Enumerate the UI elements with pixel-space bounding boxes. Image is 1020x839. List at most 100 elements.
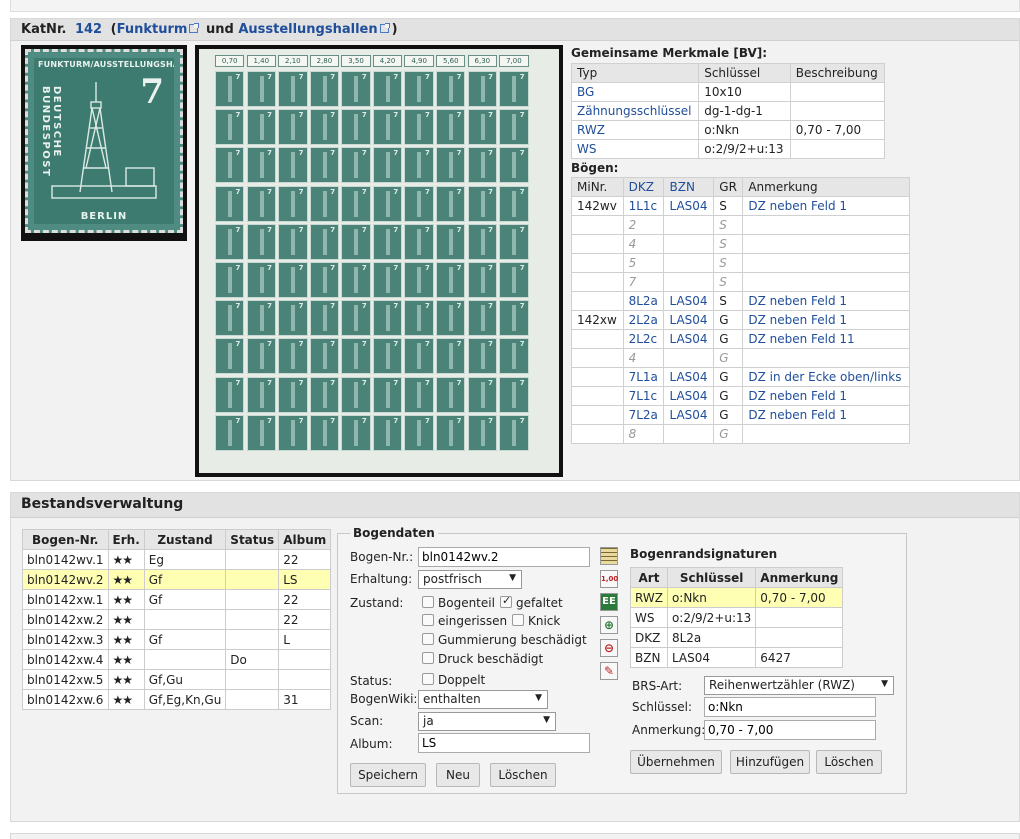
bogenteil-checkbox[interactable] xyxy=(422,596,434,608)
boegen-cell: 1L1c xyxy=(622,196,665,216)
brs-row[interactable]: DKZ 8L2a xyxy=(630,627,844,648)
boegen-cell xyxy=(663,215,715,235)
boegen-row[interactable]: 7L1a LAS04 G DZ in der Ecke oben/links xyxy=(571,367,910,387)
boegen-cell xyxy=(663,272,715,292)
merkmale-column-header: Typ xyxy=(570,63,700,83)
boegen-cell: 2 xyxy=(622,215,665,235)
bestand-row[interactable]: bln0142xw.5 ★★ Gf,Gu xyxy=(22,669,332,690)
sheet-stamp xyxy=(215,147,245,184)
bestand-row[interactable]: bln0142xw.1 ★★ Gf 22 xyxy=(22,589,332,610)
sheet-stamp xyxy=(499,414,529,451)
brs-anmerkung-input[interactable] xyxy=(704,720,876,740)
brs-art-value: Reihenwertzähler (RWZ) xyxy=(709,678,855,692)
speichern-button[interactable]: Speichern xyxy=(350,763,426,787)
copy-remove-icon[interactable]: ⊖ xyxy=(600,639,618,657)
amount-icon[interactable]: 1,00 xyxy=(600,570,618,588)
scan-select[interactable]: ja xyxy=(418,712,556,731)
brs-row[interactable]: WS o:2/9/2+u:13 xyxy=(630,607,844,628)
neu-button[interactable]: Neu xyxy=(436,763,480,787)
brs-row[interactable]: BZN LAS04 6427 xyxy=(630,647,844,668)
eingerissen-checkbox[interactable] xyxy=(422,614,434,626)
boegen-row[interactable]: 4S xyxy=(571,234,910,254)
sheet-stamp xyxy=(467,338,498,375)
brs-schluessel-input[interactable] xyxy=(704,697,876,717)
sheet-stamp xyxy=(215,414,245,451)
boegen-row[interactable]: 7S xyxy=(571,272,910,292)
boegen-row[interactable]: 2L2c LAS04 G DZ neben Feld 11 xyxy=(571,329,910,349)
sheet-stamp xyxy=(309,223,340,260)
sheet-stamp xyxy=(278,261,308,298)
sheet-stamp xyxy=(341,71,371,107)
edit-pencil-icon[interactable]: ✎ xyxy=(600,662,618,680)
bogenwiki-select[interactable]: enthalten xyxy=(418,690,548,709)
boegen-row[interactable]: 2S xyxy=(571,215,910,235)
bestand-row[interactable]: bln0142xw.6 ★★ Gf,Eg,Kn,Gu 31 xyxy=(22,689,332,710)
bestand-row[interactable]: bln0142wv.2 ★★ Gf LS xyxy=(22,569,332,590)
brs-loeschen-button[interactable]: Löschen xyxy=(816,750,882,774)
merkmale-row[interactable]: BG 10x10 xyxy=(570,82,886,102)
boegen-row[interactable]: 142xw 2L2a LAS04 G DZ neben Feld 1 xyxy=(571,310,910,330)
boegen-row[interactable]: 8G xyxy=(571,424,910,444)
sheet-stamp xyxy=(278,147,308,184)
copy-add-icon[interactable]: ⊕ xyxy=(600,616,618,634)
brs-art-select[interactable]: Reihenwertzähler (RWZ) xyxy=(704,676,894,695)
boegen-row[interactable]: 7L2a LAS04 G DZ neben Feld 1 xyxy=(571,405,910,425)
boegen-row[interactable]: 7L1c LAS04 G DZ neben Feld 1 xyxy=(571,386,910,406)
uebernehmen-button[interactable]: Übernehmen xyxy=(630,750,722,774)
sheet-stamp xyxy=(404,338,434,375)
bestand-column-header: Zustand xyxy=(143,529,227,550)
sheet-stamp xyxy=(215,338,245,375)
boegen-cell: LAS04 xyxy=(663,329,715,349)
brs-row[interactable]: RWZ o:Nkn 0,70 - 7,00 xyxy=(630,587,844,608)
brs-cell xyxy=(755,627,844,648)
boegen-row[interactable]: 4G xyxy=(571,348,910,368)
druck-checkbox[interactable] xyxy=(422,652,434,664)
stamp-image[interactable]: FUNKTURM/AUSSTELLUNGSHALLEN DEUTSCHE BUN… xyxy=(21,45,187,241)
merkmale-row[interactable]: Zähnungsschlüssel dg-1-dg-1 xyxy=(570,101,886,121)
merkmale-row[interactable]: WS o:2/9/2+u:13 xyxy=(570,139,886,159)
bestand-row[interactable]: bln0142wv.1 ★★ Eg 22 xyxy=(22,549,332,570)
boegen-row[interactable]: 8L2a LAS04 S DZ neben Feld 1 xyxy=(571,291,910,311)
bestand-row[interactable]: bln0142xw.3 ★★ Gf L xyxy=(22,629,332,650)
sheet-stamp xyxy=(246,109,276,146)
sheet-stamp xyxy=(215,376,245,413)
erhaltung-select[interactable]: postfrisch xyxy=(418,570,522,589)
gefaltet-checkbox[interactable] xyxy=(500,594,512,608)
merkmale-cell: o:2/9/2+u:13 xyxy=(698,139,791,159)
bestand-row[interactable]: bln0142xw.2 ★★ 22 xyxy=(22,609,332,630)
merkmale-row[interactable]: RWZ o:Nkn 0,70 - 7,00 xyxy=(570,120,886,140)
sheet-stamp xyxy=(372,223,403,260)
sheet-stamp xyxy=(309,71,340,107)
sheet-image[interactable]: 0,70 1,40 2,10 2,80 3,50 4,20 4,90 5,60 6,30 7,00 xyxy=(195,45,563,477)
boegen-row[interactable]: 142wv 1L1c LAS04 S DZ neben Feld 1 xyxy=(571,196,910,216)
ee-icon[interactable]: EE xyxy=(600,593,618,611)
sheet-stamp xyxy=(309,376,340,413)
boegen-cell: 4 xyxy=(622,348,665,368)
hinzufuegen-button[interactable]: Hinzufügen xyxy=(730,750,810,774)
bestand-cell xyxy=(278,669,332,690)
bestand-cell: bln0142wv.1 xyxy=(22,549,109,570)
brs-cell: WS xyxy=(630,607,668,628)
album-input[interactable] xyxy=(418,733,590,753)
bestand-row[interactable]: bln0142xw.4 ★★ Do xyxy=(22,649,332,670)
boegen-cell xyxy=(571,234,624,254)
brs-column-header: Anmerkung xyxy=(755,567,844,588)
doppelt-checkbox[interactable] xyxy=(422,673,434,685)
sheet-stamp xyxy=(341,109,371,146)
sheet-stamp xyxy=(246,71,276,107)
grid-icon[interactable] xyxy=(600,547,618,565)
loeschen-button[interactable]: Löschen xyxy=(490,763,556,787)
brs-cell: o:2/9/2+u:13 xyxy=(666,607,757,628)
bestand-cell: Do xyxy=(225,649,280,670)
boegen-row[interactable]: 5S xyxy=(571,253,910,273)
ausstellungshallen-link[interactable]: Ausstellungshallen xyxy=(238,22,377,37)
sheet-stamp xyxy=(436,300,466,337)
sheet-value-box: 2,80 xyxy=(309,55,340,67)
knick-checkbox[interactable] xyxy=(512,614,524,626)
gummierung-checkbox[interactable] xyxy=(422,633,434,645)
sheet-stamp xyxy=(278,223,308,260)
funkturm-link[interactable]: Funkturm xyxy=(117,22,188,37)
sheet-stamp xyxy=(309,338,340,375)
sheet-stamp xyxy=(246,376,276,413)
bogen-nr-input[interactable] xyxy=(418,547,590,567)
